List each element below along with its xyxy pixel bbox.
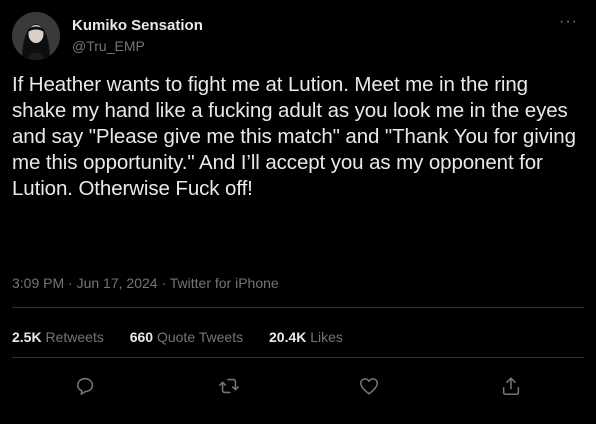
retweet-icon	[219, 378, 239, 394]
user-handle[interactable]: @Tru_EMP	[72, 37, 203, 55]
more-options-icon[interactable]: ···	[559, 14, 578, 30]
likes-stat[interactable]: 20.4K Likes	[269, 328, 343, 346]
retweets-stat[interactable]: 2.5K Retweets	[12, 328, 104, 346]
divider	[12, 357, 584, 358]
profile-photo-icon	[12, 12, 60, 60]
retweet-button[interactable]	[215, 372, 243, 400]
tweet-time[interactable]: 3:09 PM	[12, 275, 64, 291]
heart-icon	[359, 378, 379, 395]
likes-label: Likes	[310, 329, 343, 345]
share-icon	[502, 377, 520, 396]
retweets-label: Retweets	[45, 329, 104, 345]
share-button[interactable]	[497, 372, 525, 400]
meta-separator: ·	[157, 275, 170, 291]
tweet-date[interactable]: Jun 17, 2024	[77, 275, 158, 291]
avatar[interactable]	[12, 12, 60, 60]
tweet-source[interactable]: Twitter for iPhone	[170, 275, 279, 291]
tweet-card: Kumiko Sensation @Tru_EMP ··· If Heather…	[0, 0, 596, 424]
meta-separator: ·	[64, 275, 77, 291]
display-name[interactable]: Kumiko Sensation	[72, 16, 203, 35]
tweet-actions	[0, 372, 596, 400]
reply-button[interactable]	[71, 372, 99, 400]
likes-count: 20.4K	[269, 329, 307, 345]
author-names: Kumiko Sensation @Tru_EMP	[72, 16, 203, 55]
quotes-stat[interactable]: 660 Quote Tweets	[130, 328, 243, 346]
retweets-count: 2.5K	[12, 329, 42, 345]
reply-icon	[76, 377, 94, 396]
tweet-stats: 2.5K Retweets 660 Quote Tweets 20.4K Lik…	[12, 328, 365, 346]
divider	[12, 307, 584, 308]
quotes-count: 660	[129, 329, 154, 345]
tweet-meta: 3:09 PM · Jun 17, 2024 · Twitter for iPh…	[12, 274, 279, 292]
quotes-label: Quote Tweets	[156, 329, 244, 345]
like-button[interactable]	[355, 372, 383, 400]
tweet-header: Kumiko Sensation @Tru_EMP ···	[12, 12, 584, 60]
tweet-text: If Heather wants to fight me at Lution. …	[12, 73, 576, 200]
